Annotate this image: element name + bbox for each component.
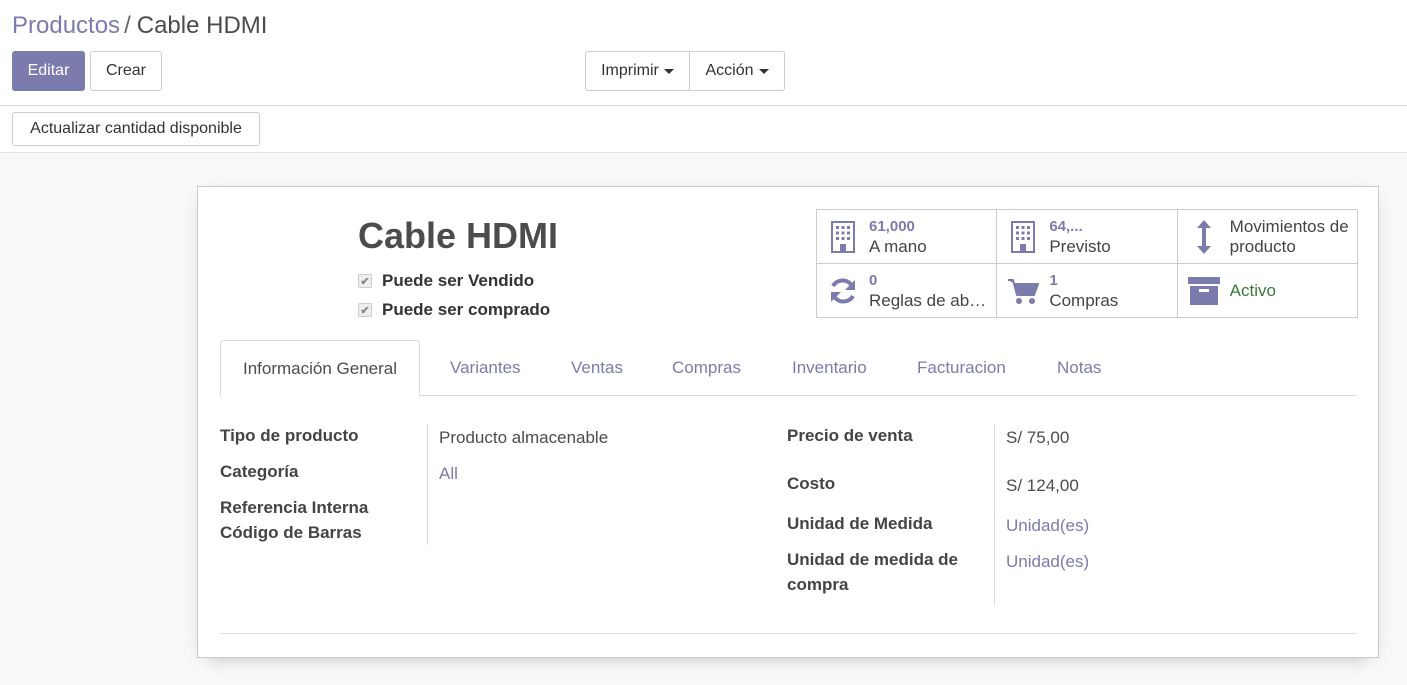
moves-label-line1: Movimientos de <box>1229 216 1349 236</box>
active-toggle-button[interactable]: Activo <box>1177 264 1358 318</box>
forecast-label: Previsto <box>1049 236 1111 256</box>
category-link[interactable]: All <box>439 464 458 484</box>
on-hand-button[interactable]: 61,000 A mano <box>817 210 998 264</box>
caret-down-icon <box>758 68 769 74</box>
left-group-divider <box>427 424 428 545</box>
statusbar: Actualizar cantidad disponible <box>0 106 1407 153</box>
forecast-button[interactable]: 64,... Previsto <box>997 210 1178 264</box>
can-be-sold-checkbox[interactable]: ✔ <box>358 274 372 288</box>
uom-link[interactable]: Unidad(es) <box>1006 516 1089 536</box>
barcode-label: Código de Barras <box>220 523 362 542</box>
rules-label: Reglas de ab… <box>869 290 987 310</box>
caret-down-icon <box>663 68 674 74</box>
smart-buttons: 61,000 A mano 64,... Previsto Movimientos … <box>816 209 1358 318</box>
notebook-tabs: Información General Variantes Ventas Com… <box>220 340 1357 397</box>
tab-general-info[interactable]: Información General <box>220 340 421 397</box>
rules-value: 0 <box>869 271 878 289</box>
sale-price-value: S/ 75,00 <box>1006 428 1070 447</box>
breadcrumb: Productos / Cable HDMI <box>12 12 267 40</box>
tab-notes[interactable]: Notas <box>1035 340 1123 396</box>
arrows-v-icon <box>1178 219 1230 255</box>
purchases-label: Compras <box>1049 290 1119 310</box>
purchase-uom-link[interactable]: Unidad(es) <box>1006 552 1089 572</box>
right-group-divider <box>994 424 995 606</box>
purchase-uom-label-line2: compra <box>787 575 849 594</box>
category-label: Categoría <box>220 462 299 481</box>
product-type-value[interactable]: Producto almacenable <box>439 428 608 448</box>
tab-variants[interactable]: Variantes <box>428 340 543 396</box>
form-sheet: Cable HDMI ✔ Puede ser Vendido ✔ Puede s… <box>197 186 1379 658</box>
purchases-button[interactable]: 1 Compras <box>997 264 1178 318</box>
breadcrumb-separator: / <box>124 12 131 39</box>
purchase-uom-label-line1: Unidad de medida de <box>787 550 958 569</box>
tab-inventory[interactable]: Inventario <box>770 340 889 396</box>
uom-label: Unidad de Medida <box>787 514 933 533</box>
reorder-rules-button[interactable]: 0 Reglas de ab… <box>817 264 998 318</box>
breadcrumb-current: Cable HDMI <box>136 12 268 39</box>
shopping-cart-icon <box>997 277 1049 305</box>
can-be-purchased-label: Puede ser comprado <box>382 300 551 319</box>
purchases-value: 1 <box>1049 271 1058 289</box>
action-label: Acción <box>705 62 754 79</box>
cost-label: Costo <box>787 474 836 493</box>
product-type-label: Tipo de producto <box>220 426 359 445</box>
refresh-icon <box>817 276 869 306</box>
internal-ref-label: Referencia Interna <box>220 498 369 517</box>
tab-invoicing[interactable]: Facturacion <box>895 340 1028 396</box>
print-label: Imprimir <box>601 62 659 79</box>
active-label: Activo <box>1229 280 1276 300</box>
product-moves-button[interactable]: Movimientos de producto <box>1177 210 1358 264</box>
tab-sales[interactable]: Ventas <box>549 340 645 396</box>
tab-purchases[interactable]: Compras <box>650 340 763 396</box>
building-icon <box>997 220 1049 253</box>
create-button[interactable]: Crear <box>90 51 162 91</box>
forecast-value: 64,... <box>1049 217 1083 235</box>
building-icon <box>817 220 869 253</box>
print-dropdown[interactable]: Imprimir <box>585 51 690 91</box>
action-dropdown[interactable]: Acción <box>689 51 785 91</box>
update-quantity-button[interactable]: Actualizar cantidad disponible <box>12 112 260 146</box>
moves-label-line2: producto <box>1229 236 1296 256</box>
sale-price-label: Precio de venta <box>787 426 913 445</box>
sheet-bottom-divider <box>220 633 1357 634</box>
on-hand-value: 61,000 <box>869 217 915 235</box>
on-hand-label: A mano <box>869 236 927 256</box>
product-name: Cable HDMI <box>358 215 559 256</box>
can-be-sold-row: ✔ Puede ser Vendido <box>358 271 534 291</box>
can-be-sold-label: Puede ser Vendido <box>382 271 535 290</box>
control-panel: Productos / Cable HDMI Editar Crear Imprim… <box>0 0 1407 106</box>
edit-button[interactable]: Editar <box>12 51 85 91</box>
can-be-purchased-checkbox[interactable]: ✔ <box>358 303 372 317</box>
archive-icon <box>1178 276 1230 305</box>
can-be-purchased-row: ✔ Puede ser comprado <box>358 300 550 320</box>
cost-value: S/ 124,00 <box>1006 476 1079 495</box>
breadcrumb-products-link[interactable]: Productos <box>12 12 120 39</box>
